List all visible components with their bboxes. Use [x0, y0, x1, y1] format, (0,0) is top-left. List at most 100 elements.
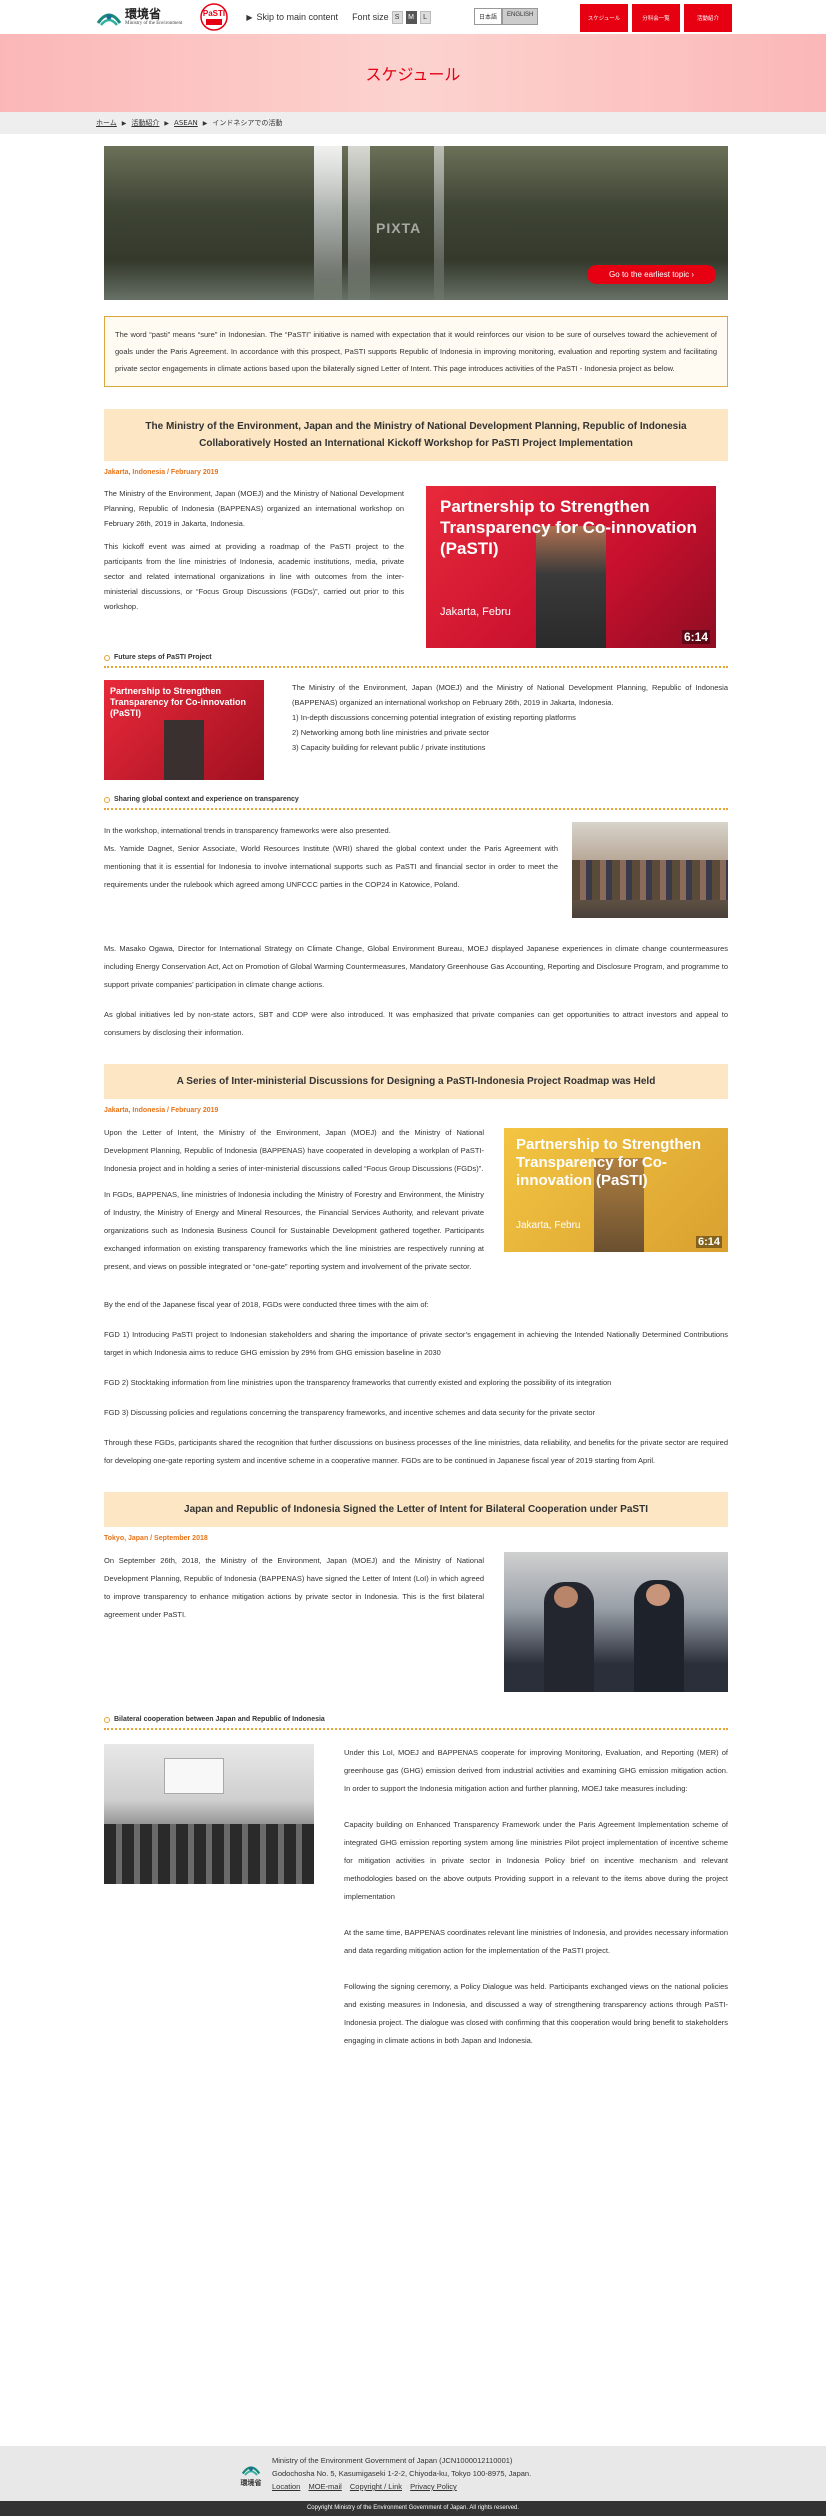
- nav-schedule[interactable]: スケジュール: [580, 4, 628, 32]
- font-size-s-button[interactable]: S: [391, 10, 403, 24]
- footer-link-moe-mail[interactable]: MOE-mail: [308, 2482, 341, 2491]
- section3-sp1: Under this LoI, MOEJ and BAPPENAS cooper…: [344, 1748, 728, 1793]
- meeting-photo: [104, 1744, 314, 1884]
- bullet-circle-icon: [104, 796, 110, 803]
- copyright: Copyright Ministry of the Environment Go…: [0, 2501, 826, 2516]
- breadcrumb-home[interactable]: ホーム: [96, 118, 117, 128]
- footer-links: Location MOE-mail Copyright / Link Priva…: [272, 2480, 531, 2493]
- section1-sub1-li: 3) Capacity building for relevant public…: [292, 743, 486, 752]
- section2-p2: In FGDs, BAPPENAS, line ministries of In…: [104, 1190, 484, 1271]
- footer-link-location[interactable]: Location: [272, 2482, 300, 2491]
- nav-activities-label: 活動紹介: [696, 16, 719, 22]
- earliest-topic-label: Go to the earliest topic: [609, 270, 690, 279]
- person-head: [554, 1586, 578, 1608]
- section1-text: The Ministry of the Environment, Japan (…: [104, 486, 404, 648]
- section1-sub1-thumb-title: Partnership to Strengthen Transparency f…: [110, 686, 247, 718]
- footer-link-copyright[interactable]: Copyright / Link: [350, 2482, 402, 2491]
- moe-logo[interactable]: 環境省 Ministry of the Environment: [96, 5, 182, 29]
- breadcrumb-asean[interactable]: ASEAN: [174, 119, 198, 127]
- section1-sub1-li: 1) In-depth discussions concerning poten…: [292, 713, 576, 722]
- moe-footer-logo-icon: [241, 2465, 261, 2476]
- font-size-m-button[interactable]: M: [405, 10, 417, 24]
- person-head: [646, 1584, 670, 1606]
- section3-title: Japan and Republic of Indonesia Signed t…: [104, 1492, 728, 1527]
- section1-subhead1: Future steps of PaSTI Project: [104, 654, 728, 668]
- pasti-logo-text: PaSTI: [203, 9, 225, 18]
- lang-en-button[interactable]: ENGLISH: [502, 8, 539, 25]
- breadcrumb-sep-icon: ▶: [121, 119, 127, 127]
- section1-sub2-p3: Ms. Masako Ogawa, Director for Internati…: [104, 944, 728, 989]
- site-footer: 環境省 Ministry of the Environment Governme…: [0, 2446, 826, 2518]
- section2-p5: FGD 2) Stocktaking information from line…: [104, 1378, 612, 1387]
- section1-sub2-p1: In the workshop, international trends in…: [104, 826, 391, 835]
- section3-sp3: At the same time, BAPPENAS coordinates r…: [344, 1928, 728, 1955]
- section3-subhead-text: Bilateral cooperation between Japan and …: [114, 1716, 325, 1723]
- earliest-topic-button[interactable]: Go to the earliest topic ›: [587, 265, 716, 284]
- moe-logo-icon: [96, 5, 122, 29]
- section1-sub1-p: The Ministry of the Environment, Japan (…: [292, 683, 728, 707]
- breadcrumb-activities[interactable]: 活動紹介: [131, 118, 159, 128]
- nav-schedule-label: スケジュール: [587, 16, 621, 22]
- font-size-l-button[interactable]: L: [419, 10, 431, 24]
- section3-sp4: Following the signing ceremony, a Policy…: [344, 1982, 728, 2045]
- section1-title: The Ministry of the Environment, Japan a…: [104, 409, 728, 461]
- nav-subcommittees[interactable]: 分科会一覧: [632, 4, 680, 32]
- pasti-logo[interactable]: PaSTI: [196, 2, 232, 32]
- site-header: 環境省 Ministry of the Environment PaSTI ▶ …: [0, 0, 826, 34]
- footer-logo-text: 環境省: [240, 2479, 262, 2487]
- footer-line1: Ministry of the Environment Government o…: [272, 2456, 513, 2465]
- section1-date: Jakarta, Indonesia / February 2019: [104, 469, 219, 476]
- speaker-figure: [164, 720, 204, 780]
- chevron-right-icon: ›: [691, 270, 694, 279]
- section1-p2: This kickoff event was aimed at providin…: [104, 542, 404, 611]
- font-size-control: Font size S M L: [352, 10, 431, 24]
- section1-sub1-li: 2) Networking among both line ministries…: [292, 728, 490, 737]
- section1-sub1-text: The Ministry of the Environment, Japan (…: [292, 680, 728, 780]
- section1-sub1-thumb[interactable]: Partnership to Strengthen Transparency f…: [104, 680, 264, 780]
- footer-line2: Godochosha No. 5, Kasumigaseki 1-2-2, Ch…: [272, 2469, 532, 2478]
- hero-watermark: PIXTA: [376, 220, 422, 236]
- page-banner: スケジュール: [0, 34, 826, 112]
- page-title: スケジュール: [365, 65, 461, 84]
- section1-video-duration: 6:14: [681, 630, 710, 644]
- font-size-label: Font size: [352, 12, 389, 22]
- logo-jp: 環境省: [125, 7, 162, 21]
- section1-subhead2: Sharing global context and experience on…: [104, 796, 728, 810]
- skip-arrow-icon: ▶: [246, 12, 253, 22]
- nav-activities[interactable]: 活動紹介: [684, 4, 732, 32]
- section2-title: A Series of Inter-ministerial Discussion…: [104, 1064, 728, 1099]
- section1-sub2-text: In the workshop, international trends in…: [104, 822, 558, 918]
- section3-date: Tokyo, Japan / September 2018: [104, 1535, 208, 1542]
- main-content: PIXTA Go to the earliest topic › The wor…: [104, 146, 728, 2058]
- bullet-circle-icon: [104, 654, 110, 661]
- footer-logo[interactable]: 環境省: [240, 2460, 262, 2488]
- audience-graphic: [104, 1824, 314, 1884]
- skip-label: Skip to main content: [256, 12, 339, 22]
- section1-subhead2-text: Sharing global context and experience on…: [114, 796, 299, 803]
- section1-sub2-p4: As global initiatives led by non-state a…: [104, 1010, 728, 1037]
- group-photo: [572, 822, 728, 918]
- skip-link[interactable]: ▶ Skip to main content: [246, 12, 338, 22]
- group-people-graphic: [572, 860, 728, 900]
- section3-sp2: Capacity building on Enhanced Transparen…: [344, 1820, 728, 1901]
- section3-sub-text: Under this LoI, MOEJ and BAPPENAS cooper…: [344, 1744, 728, 2058]
- section1-video[interactable]: Partnership to Strengthen Transparency f…: [426, 486, 716, 648]
- section2-video-title: Partnership to Strengthen Transparency f…: [516, 1136, 702, 1189]
- section3-subhead: Bilateral cooperation between Japan and …: [104, 1716, 728, 1730]
- footer-link-privacy[interactable]: Privacy Policy: [410, 2482, 457, 2491]
- projector-screen: [164, 1758, 224, 1794]
- section1-subhead1-text: Future steps of PaSTI Project: [114, 654, 212, 661]
- nav-subcommittees-label: 分科会一覧: [642, 16, 670, 22]
- breadcrumb-sep-icon: ▶: [164, 119, 170, 127]
- hero-image: PIXTA Go to the earliest topic ›: [104, 146, 728, 300]
- footer-info: Ministry of the Environment Government o…: [272, 2454, 531, 2493]
- section2-p3: By the end of the Japanese fiscal year o…: [104, 1300, 429, 1309]
- logo-en: Ministry of the Environment: [125, 21, 183, 26]
- language-switch: 日本語 ENGLISH: [474, 8, 539, 25]
- lang-jp-button[interactable]: 日本語: [474, 8, 503, 25]
- section2-p7: Through these FGDs, participants shared …: [104, 1438, 728, 1465]
- bullet-circle-icon: [104, 1716, 110, 1723]
- breadcrumb: ホーム ▶ 活動紹介 ▶ ASEAN ▶ インドネシアでの活動: [0, 112, 826, 134]
- section2-video[interactable]: Partnership to Strengthen Transparency f…: [504, 1128, 728, 1252]
- section3-p1: On September 26th, 2018, the Ministry of…: [104, 1556, 484, 1619]
